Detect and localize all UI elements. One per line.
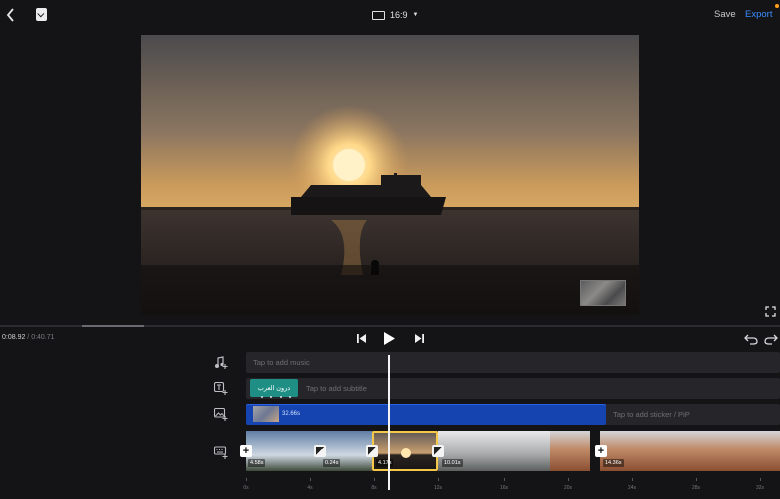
total-duration: 0:40.71 bbox=[31, 334, 55, 341]
music-add-icon[interactable] bbox=[214, 356, 228, 369]
add-clip-start-button[interactable]: + bbox=[240, 445, 252, 457]
sunset-boat-frame bbox=[141, 35, 639, 315]
caret-down-icon: ▼ bbox=[412, 12, 419, 18]
current-time: 0:08.92 bbox=[2, 334, 26, 341]
subtitle-clip-text: درون العرب bbox=[257, 385, 291, 392]
pip-clip-thumbnail bbox=[253, 406, 279, 422]
aspect-ratio-label: 16:9 bbox=[390, 10, 408, 20]
clip-duration: 4.58s bbox=[248, 459, 266, 467]
aspect-ratio-button[interactable]: 16:9 ▼ bbox=[372, 9, 418, 21]
transition-icon[interactable] bbox=[432, 445, 444, 457]
ruler-label: 8s bbox=[371, 485, 377, 491]
subtitle-clip-handles bbox=[261, 396, 291, 399]
ruler-label: 12s bbox=[433, 485, 443, 491]
video-preview[interactable] bbox=[141, 35, 639, 315]
ruler-label: 28s bbox=[691, 485, 701, 491]
pip-clip-duration: 32.66s bbox=[282, 411, 301, 417]
playhead[interactable] bbox=[388, 355, 390, 490]
clip-duration: 0.24s bbox=[323, 459, 341, 467]
keyboard-icon[interactable] bbox=[213, 446, 228, 459]
skip-back-icon[interactable] bbox=[355, 331, 367, 345]
clip-duration: 14.36s bbox=[603, 459, 624, 467]
fullscreen-icon[interactable] bbox=[765, 304, 776, 317]
play-icon[interactable] bbox=[382, 331, 396, 345]
transition-icon[interactable] bbox=[314, 445, 326, 457]
scrub-progress bbox=[82, 325, 144, 327]
ruler-label: 16s bbox=[499, 485, 509, 491]
ruler-label: 20s bbox=[563, 485, 573, 491]
clip-duration: 4.17s bbox=[376, 459, 394, 467]
subtitle-clip[interactable]: درون العرب bbox=[250, 379, 298, 397]
project-doc-icon[interactable] bbox=[36, 8, 47, 21]
subtitle-track-hint: Tap to add subtitle bbox=[306, 384, 367, 393]
notification-dot bbox=[775, 4, 779, 8]
save-button[interactable]: Save bbox=[714, 9, 736, 20]
clip-duration: 10.01s bbox=[442, 459, 463, 467]
ruler-label: 0s bbox=[243, 485, 249, 491]
transition-icon[interactable] bbox=[366, 445, 378, 457]
music-track-hint: Tap to add music bbox=[253, 358, 310, 367]
export-button[interactable]: Export bbox=[745, 9, 772, 20]
time-ruler: 0s 4s 8s 12s 16s 20s 24s 28s 32s bbox=[243, 478, 780, 499]
redo-icon[interactable] bbox=[764, 332, 778, 345]
image-add-icon[interactable] bbox=[213, 407, 228, 421]
ruler-label: 24s bbox=[627, 485, 637, 491]
back-arrow-icon[interactable] bbox=[3, 6, 17, 24]
time-display: 0:08.92 / 0:40.71 bbox=[2, 334, 55, 341]
skip-forward-icon[interactable] bbox=[413, 331, 425, 345]
ruler-label: 32s bbox=[755, 485, 765, 491]
aspect-ratio-icon bbox=[372, 10, 385, 20]
top-bar: 16:9 ▼ Save Export bbox=[0, 0, 780, 30]
add-clip-button[interactable]: + bbox=[595, 445, 607, 457]
sticker-track-hint: Tap to add sticker / PiP bbox=[613, 410, 690, 419]
text-add-icon[interactable] bbox=[213, 381, 228, 395]
ruler-label: 4s bbox=[307, 485, 313, 491]
music-track[interactable] bbox=[246, 352, 780, 373]
undo-icon[interactable] bbox=[744, 332, 758, 345]
pip-overlay[interactable] bbox=[580, 280, 626, 306]
